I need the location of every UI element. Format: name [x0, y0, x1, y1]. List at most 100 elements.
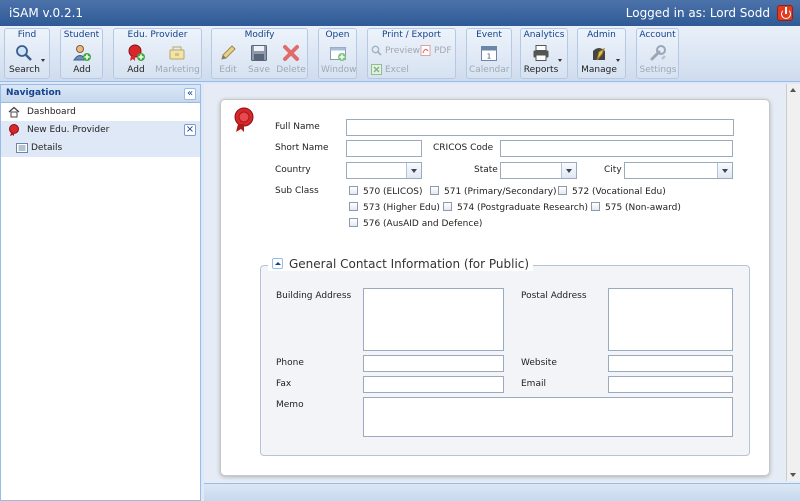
cricos-code-input[interactable] [500, 140, 733, 157]
group-find: Find Search [4, 28, 50, 79]
pdf-label: PDF [434, 46, 452, 56]
general-contact-fieldset: General Contact Information (for Public)… [260, 257, 750, 456]
vertical-scrollbar[interactable] [786, 84, 800, 481]
phone-input[interactable] [363, 355, 504, 372]
manage-admin-icon [590, 44, 608, 62]
email-label: Email [521, 379, 546, 389]
floppy-disk-icon [250, 44, 268, 62]
search-button[interactable]: Search [9, 44, 40, 75]
reports-dropdown-arrow-icon[interactable] [558, 59, 562, 62]
add-provider-button[interactable]: Add [121, 44, 151, 75]
pencil-icon [219, 44, 237, 62]
save-label: Save [247, 65, 271, 75]
close-tab-icon[interactable]: × [184, 124, 196, 136]
group-event-title: Event [476, 30, 502, 40]
pdf-button[interactable]: PDF [420, 45, 452, 56]
manage-button[interactable]: Manage [580, 44, 618, 75]
settings-button[interactable]: Settings [638, 44, 678, 75]
state-label: State [474, 165, 498, 175]
logout-power-icon[interactable] [777, 5, 793, 21]
group-account: Account Settings [636, 28, 679, 79]
save-button[interactable]: Save [245, 44, 273, 75]
marketing-icon [168, 44, 186, 62]
subclass-573-label: 573 (Higher Edu) [363, 203, 440, 213]
subclass-572-checkbox[interactable]: 572 (Vocational Edu) [558, 186, 666, 197]
preview-button[interactable]: Preview [371, 45, 420, 56]
full-name-input[interactable] [346, 119, 734, 136]
add-user-icon [73, 44, 91, 62]
email-input[interactable] [608, 376, 733, 393]
open-window-button[interactable]: Window [321, 44, 357, 75]
checkbox-icon[interactable] [349, 186, 358, 195]
nav-item-details[interactable]: Details [1, 139, 200, 157]
scroll-up-arrow-icon[interactable] [790, 88, 796, 92]
settings-label: Settings [639, 65, 677, 75]
provider-form-card: Full Name Short Name CRICOS Code Country… [220, 99, 770, 476]
add-seal-icon [127, 44, 145, 62]
fax-input[interactable] [363, 376, 504, 393]
group-analytics: Analytics Reports [520, 28, 568, 79]
subclass-576-checkbox[interactable]: 576 (AusAID and Defence) [349, 218, 482, 229]
checkbox-icon[interactable] [443, 202, 452, 211]
subclass-571-checkbox[interactable]: 571 (Primary/Secondary) [430, 186, 557, 197]
reports-button[interactable]: Reports [523, 44, 559, 75]
manage-label: Manage [581, 65, 617, 75]
nav-item-dashboard[interactable]: Dashboard [1, 103, 200, 121]
checkbox-icon[interactable] [430, 186, 439, 195]
subclass-574-checkbox[interactable]: 574 (Postgraduate Research) [443, 202, 588, 213]
state-select[interactable] [500, 162, 577, 179]
search-label: Search [9, 65, 40, 75]
country-select[interactable] [346, 162, 422, 179]
group-analytics-title: Analytics [523, 30, 565, 40]
group-print-export: Print / Export Preview PDF Excel [367, 28, 456, 79]
scroll-down-arrow-icon[interactable] [790, 473, 796, 477]
delete-label: Delete [276, 65, 306, 75]
city-label: City [604, 165, 622, 175]
phone-label: Phone [276, 358, 304, 368]
cricos-code-label: CRICOS Code [433, 143, 494, 153]
city-dropdown-arrow-icon[interactable] [717, 163, 732, 178]
add-provider-label: Add [127, 65, 145, 75]
excel-button[interactable]: Excel [371, 64, 409, 75]
marketing-button[interactable]: Marketing [155, 44, 200, 75]
group-provider-title: Edu. Provider [127, 30, 188, 40]
building-address-textarea[interactable] [363, 288, 504, 351]
group-admin: Admin Manage [577, 28, 626, 79]
state-dropdown-arrow-icon[interactable] [561, 163, 576, 178]
group-admin-title: Admin [587, 30, 616, 40]
subclass-575-checkbox[interactable]: 575 (Non-award) [591, 202, 681, 213]
nav-item-dashboard-label: Dashboard [27, 107, 76, 117]
excel-label: Excel [385, 65, 409, 75]
search-dropdown-arrow-icon[interactable] [41, 59, 45, 62]
subclass-572-label: 572 (Vocational Edu) [572, 187, 666, 197]
group-student: Student Add [60, 28, 103, 79]
window-label: Window [321, 65, 357, 75]
manage-dropdown-arrow-icon[interactable] [616, 59, 620, 62]
reports-label: Reports [523, 65, 559, 75]
checkbox-icon[interactable] [349, 218, 358, 227]
calendar-button[interactable]: 1 Calendar [469, 44, 509, 75]
website-input[interactable] [608, 355, 733, 372]
contact-legend-text: General Contact Information (for Public) [289, 257, 530, 271]
city-select[interactable] [624, 162, 733, 179]
checkbox-icon[interactable] [349, 202, 358, 211]
country-dropdown-arrow-icon[interactable] [406, 163, 421, 178]
group-event: Event 1 Calendar [466, 28, 512, 79]
subclass-570-checkbox[interactable]: 570 (ELICOS) [349, 186, 423, 197]
short-name-input[interactable] [346, 140, 422, 157]
add-student-button[interactable]: Add [67, 44, 97, 75]
postal-address-textarea[interactable] [608, 288, 733, 351]
collapse-navigation-icon[interactable]: « [184, 88, 196, 100]
full-name-label: Full Name [275, 122, 320, 132]
subclass-573-checkbox[interactable]: 573 (Higher Edu) [349, 202, 440, 213]
new-window-icon [329, 44, 347, 62]
checkbox-icon[interactable] [591, 202, 600, 211]
group-print-title: Print / Export [382, 30, 441, 40]
memo-textarea[interactable] [363, 397, 733, 437]
edit-label: Edit [219, 65, 237, 75]
nav-item-new-edu-provider[interactable]: New Edu. Provider × [1, 121, 200, 139]
checkbox-icon[interactable] [558, 186, 567, 195]
collapse-fieldset-icon[interactable] [272, 258, 283, 269]
delete-button[interactable]: Delete [276, 44, 306, 75]
edit-button[interactable]: Edit [214, 44, 242, 75]
